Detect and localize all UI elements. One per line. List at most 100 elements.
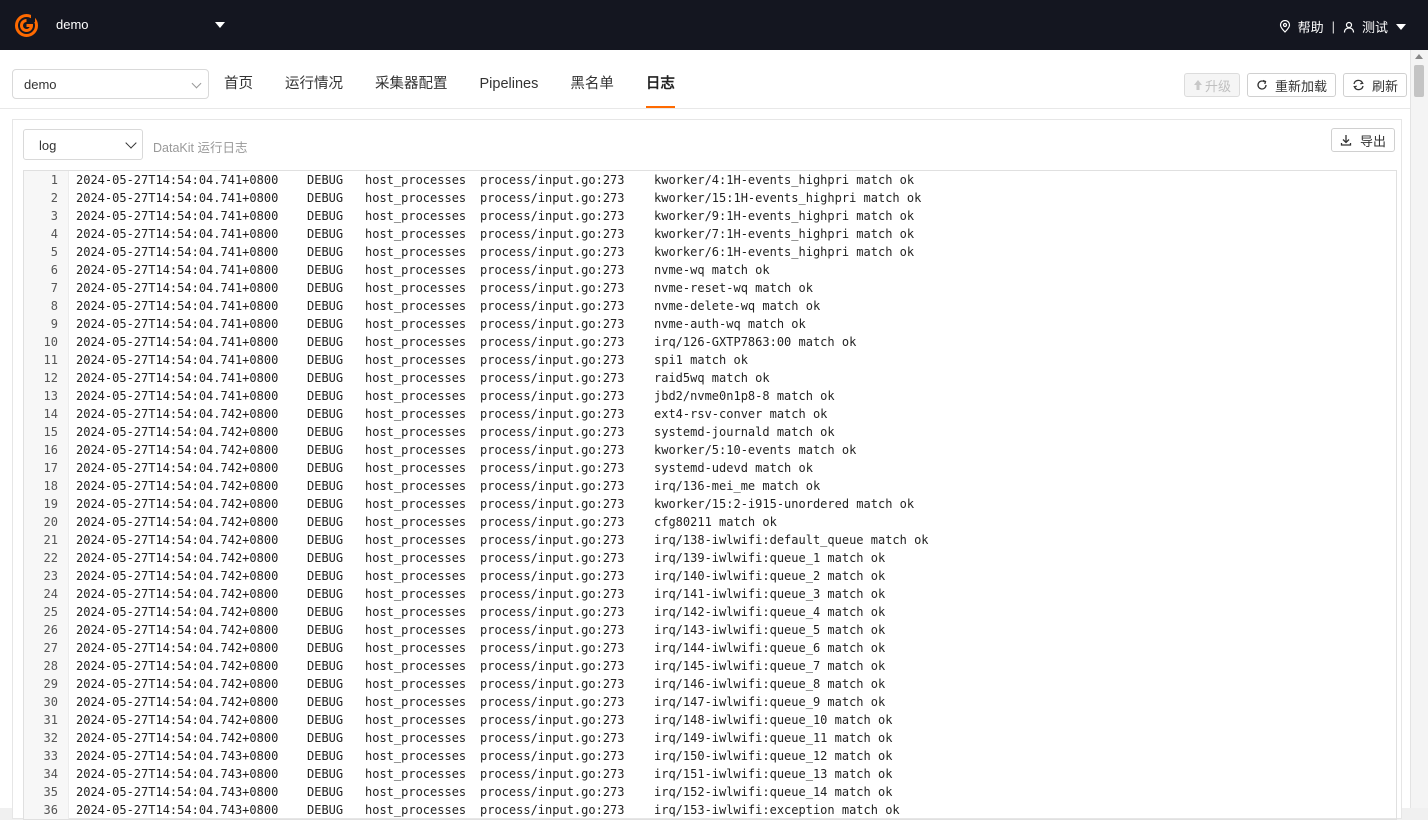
log-module: host_processes xyxy=(365,461,467,475)
log-line: 8 2024-05-27T14:54:04.741+0800 DEBUG host_p… xyxy=(24,297,1396,315)
app-logo-icon[interactable] xyxy=(14,13,39,38)
log-source: process/input.go:273 xyxy=(480,425,625,439)
tab-home[interactable]: 首页 xyxy=(224,50,253,108)
log-message: nvme-delete-wq match ok xyxy=(654,299,821,313)
log-source: process/input.go:273 xyxy=(480,749,625,763)
log-line: 25 2024-05-27T14:54:04.742+0800 DEBUG host_… xyxy=(24,603,1396,621)
line-number: 24 xyxy=(43,587,58,601)
line-number: 3 xyxy=(50,209,58,223)
header-actions: 升级 重新加载 刷新 xyxy=(1177,73,1407,97)
log-module: host_processes xyxy=(365,317,467,331)
log-timestamp: 2024-05-27T14:54:04.742+0800 xyxy=(76,623,279,637)
log-message: systemd-udevd match ok xyxy=(654,461,813,475)
help-link[interactable]: 帮助 xyxy=(1298,17,1324,36)
line-number: 33 xyxy=(43,749,58,763)
log-level: DEBUG xyxy=(307,371,344,385)
log-timestamp: 2024-05-27T14:54:04.741+0800 xyxy=(76,191,279,205)
log-timestamp: 2024-05-27T14:54:04.742+0800 xyxy=(76,605,279,619)
project-select[interactable]: demo xyxy=(12,69,209,99)
log-viewer[interactable]: 1 2024-05-27T14:54:04.741+0800 DEBUG host_p… xyxy=(23,170,1397,820)
log-timestamp: 2024-05-27T14:54:04.743+0800 xyxy=(76,785,279,799)
log-line: 22 2024-05-27T14:54:04.742+0800 DEBUG host_… xyxy=(24,549,1396,567)
scrollbar-thumb[interactable] xyxy=(1414,65,1424,97)
user-name[interactable]: 测试 xyxy=(1362,17,1388,36)
log-line: 13 2024-05-27T14:54:04.741+0800 DEBUG host_… xyxy=(24,387,1396,405)
log-message: kworker/6:1H-events_highpri match ok xyxy=(654,245,915,259)
log-line: 4 2024-05-27T14:54:04.741+0800 DEBUG host_p… xyxy=(24,225,1396,243)
log-rows: 1 2024-05-27T14:54:04.741+0800 DEBUG host_p… xyxy=(24,171,1396,819)
tab-blacklist[interactable]: 黑名单 xyxy=(570,50,614,108)
log-timestamp: 2024-05-27T14:54:04.741+0800 xyxy=(76,263,279,277)
line-number: 23 xyxy=(43,569,58,583)
log-message: ext4-rsv-conver match ok xyxy=(654,407,828,421)
log-message: kworker/7:1H-events_highpri match ok xyxy=(654,227,915,241)
log-timestamp: 2024-05-27T14:54:04.743+0800 xyxy=(76,767,279,781)
log-message: irq/151-iwlwifi:queue_13 match ok xyxy=(654,767,893,781)
log-message: irq/140-iwlwifi:queue_2 match ok xyxy=(654,569,886,583)
line-number: 4 xyxy=(50,227,58,241)
page-scrollbar[interactable] xyxy=(1410,50,1428,808)
log-timestamp: 2024-05-27T14:54:04.742+0800 xyxy=(76,515,279,529)
log-line: 33 2024-05-27T14:54:04.743+0800 DEBUG host_… xyxy=(24,747,1396,765)
refresh-button[interactable]: 刷新 xyxy=(1342,73,1407,97)
line-number: 26 xyxy=(43,623,58,637)
log-level: DEBUG xyxy=(307,713,344,727)
log-level: DEBUG xyxy=(307,749,344,763)
tab-logs[interactable]: 日志 xyxy=(645,50,675,108)
log-module: host_processes xyxy=(365,425,467,439)
log-source: process/input.go:273 xyxy=(480,191,625,205)
log-module: host_processes xyxy=(365,191,467,205)
log-line: 10 2024-05-27T14:54:04.741+0800 DEBUG host_… xyxy=(24,333,1396,351)
log-level: DEBUG xyxy=(307,263,344,277)
user-menu-caret-icon[interactable] xyxy=(1396,23,1406,30)
app-name[interactable]: demo xyxy=(56,17,89,32)
log-message: irq/147-iwlwifi:queue_9 match ok xyxy=(654,695,886,709)
line-number: 17 xyxy=(43,461,58,475)
log-timestamp: 2024-05-27T14:54:04.742+0800 xyxy=(76,731,279,745)
line-number: 36 xyxy=(43,803,58,817)
log-message: cfg80211 match ok xyxy=(654,515,777,529)
tab-collector-config[interactable]: 采集器配置 xyxy=(375,50,448,108)
log-timestamp: 2024-05-27T14:54:04.742+0800 xyxy=(76,677,279,691)
log-source: process/input.go:273 xyxy=(480,497,625,511)
log-line: 35 2024-05-27T14:54:04.743+0800 DEBUG host_… xyxy=(24,783,1396,801)
log-module: host_processes xyxy=(365,803,467,817)
top-bar: demo 帮助 | 测试 xyxy=(0,0,1428,50)
log-level: DEBUG xyxy=(307,569,344,583)
log-line: 19 2024-05-27T14:54:04.742+0800 DEBUG host_… xyxy=(24,495,1396,513)
log-module: host_processes xyxy=(365,533,467,547)
app-switcher-caret-icon[interactable] xyxy=(215,22,225,28)
scroll-up-arrow-icon[interactable] xyxy=(1415,54,1423,59)
log-level: DEBUG xyxy=(307,587,344,601)
log-timestamp: 2024-05-27T14:54:04.743+0800 xyxy=(76,749,279,763)
log-level: DEBUG xyxy=(307,785,344,799)
log-line: 30 2024-05-27T14:54:04.742+0800 DEBUG host_… xyxy=(24,693,1396,711)
log-level: DEBUG xyxy=(307,191,344,205)
upgrade-button[interactable]: 升级 xyxy=(1183,73,1240,97)
log-source: process/input.go:273 xyxy=(480,605,625,619)
log-source: process/input.go:273 xyxy=(480,677,625,691)
log-module: host_processes xyxy=(365,695,467,709)
log-source: process/input.go:273 xyxy=(480,245,625,259)
log-type-select[interactable]: log xyxy=(23,129,143,160)
tab-status[interactable]: 运行情况 xyxy=(285,50,343,108)
log-line: 32 2024-05-27T14:54:04.742+0800 DEBUG host_… xyxy=(24,729,1396,747)
log-line: 11 2024-05-27T14:54:04.741+0800 DEBUG host_… xyxy=(24,351,1396,369)
log-line: 36 2024-05-27T14:54:04.743+0800 DEBUG host_… xyxy=(24,801,1396,819)
log-message: irq/149-iwlwifi:queue_11 match ok xyxy=(654,731,893,745)
log-level: DEBUG xyxy=(307,533,344,547)
log-timestamp: 2024-05-27T14:54:04.741+0800 xyxy=(76,371,279,385)
log-level: DEBUG xyxy=(307,695,344,709)
reload-button[interactable]: 重新加载 xyxy=(1246,73,1336,97)
log-line: 20 2024-05-27T14:54:04.742+0800 DEBUG host_… xyxy=(24,513,1396,531)
log-line: 26 2024-05-27T14:54:04.742+0800 DEBUG host_… xyxy=(24,621,1396,639)
log-source: process/input.go:273 xyxy=(480,515,625,529)
tab-pipelines[interactable]: Pipelines xyxy=(480,50,539,108)
log-source: process/input.go:273 xyxy=(480,173,625,187)
log-source: process/input.go:273 xyxy=(480,803,625,817)
export-button[interactable]: 导出 xyxy=(1330,128,1395,152)
log-timestamp: 2024-05-27T14:54:04.742+0800 xyxy=(76,695,279,709)
log-source: process/input.go:273 xyxy=(480,587,625,601)
log-timestamp: 2024-05-27T14:54:04.741+0800 xyxy=(76,389,279,403)
log-timestamp: 2024-05-27T14:54:04.742+0800 xyxy=(76,659,279,673)
